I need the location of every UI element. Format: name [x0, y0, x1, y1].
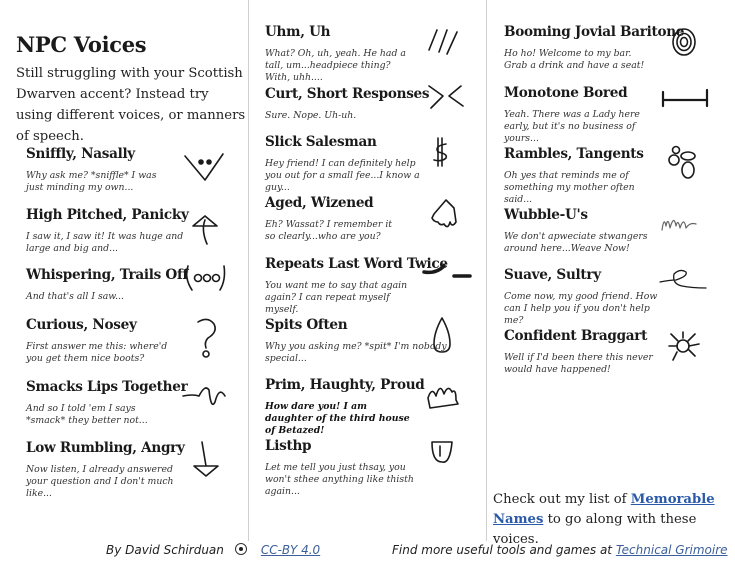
voice-entry: Low Rumbling, Angry Now listen, I alread… [26, 440, 186, 499]
voice-entry: Smacks Lips Together And so I told 'em I… [26, 379, 188, 427]
tongue-icon [430, 440, 474, 484]
creative-commons-icon [235, 543, 247, 555]
column-divider-right [486, 0, 487, 541]
loop-line-icon [659, 266, 707, 310]
license-link[interactable]: CC-BY 4.0 [261, 543, 320, 557]
footer-license: CC-BY 4.0 [235, 543, 320, 557]
voice-entry: Slick Salesman Hey friend! I can definit… [265, 134, 420, 193]
footer-author: By David Schirduan [106, 543, 224, 557]
voice-name: Repeats Last Word Twice [265, 256, 448, 272]
voice-quote: Come now, my good friend. How can I help… [504, 291, 658, 326]
voice-name: Low Rumbling, Angry [26, 440, 185, 456]
voice-entry: Aged, Wizened Eh? Wassat? I remember it … [265, 195, 405, 243]
voice-name: Smacks Lips Together [26, 379, 188, 395]
voice-name: Uhm, Uh [265, 24, 331, 40]
voice-quote: Now listen, I already answered your ques… [26, 464, 174, 499]
slashes-icon [427, 24, 471, 68]
voice-name: Spits Often [265, 317, 348, 333]
question-mark-icon [186, 316, 230, 360]
voice-quote: Hey friend! I can definitely help you ou… [265, 158, 420, 193]
up-arrow-icon [185, 206, 229, 250]
voice-entry: Uhm, Uh What? Oh, uh, yeah. He had a tal… [265, 24, 415, 83]
ellipsis-parentheses-icon [184, 260, 228, 304]
voice-quote: What? Oh, uh, yeah. He had a tall, um...… [265, 48, 406, 83]
voice-entry: Curious, Nosey First answer me this: whe… [26, 317, 176, 365]
voice-name: Wubble-U's [504, 207, 588, 223]
voice-quote: Why you asking me? *spit* I'm nobody spe… [265, 341, 447, 364]
author-credit: By David Schirduan [106, 543, 224, 557]
voice-entry: Suave, Sultry Come now, my good friend. … [504, 267, 659, 326]
page-title: NPC Voices [16, 32, 147, 57]
voice-quote: Well if I'd been there this never would … [504, 352, 653, 375]
voice-entry: Confident Braggart Well if I'd been ther… [504, 328, 654, 376]
voice-quote: Let me tell you just thsay, you won't st… [265, 462, 414, 497]
voice-entry: Booming Jovial Baritone Ho ho! Welcome t… [504, 24, 684, 72]
flat-line-icon [661, 86, 709, 130]
angle-brackets-icon [427, 80, 471, 124]
double-dash-icon [422, 258, 472, 302]
voice-entry: Rambles, Tangents Oh yes that reminds me… [504, 146, 654, 205]
intro-text: Still struggling with your Scottish Dwar… [16, 66, 246, 144]
voice-entry: Sniffly, Nasally Why ask me? *sniffle* I… [26, 146, 176, 194]
voice-name: Confident Braggart [504, 328, 648, 344]
bubbles-icon [668, 145, 712, 190]
voice-name: High Pitched, Panicky [26, 207, 189, 223]
voice-entry: Monotone Bored Yeah. There was a Lady he… [504, 85, 654, 144]
more-text: Find more useful tools and games at [392, 543, 616, 557]
voice-entry: Listhp Let me tell you just thsay, you w… [265, 438, 415, 497]
footer-more: Find more useful tools and games at Tech… [392, 543, 728, 557]
voice-name: Suave, Sultry [504, 267, 601, 283]
voice-name: Prim, Haughty, Proud [265, 377, 425, 393]
voice-name: Booming Jovial Baritone [504, 24, 685, 40]
voice-name: Sniffly, Nasally [26, 146, 135, 162]
voice-quote: Ho ho! Welcome to my bar. Grab a drink a… [504, 48, 645, 71]
cta-prefix: Check out my list of [493, 492, 631, 507]
cta-text: Check out my list of Memorable Names to … [493, 490, 723, 550]
voice-quote: And so I told 'em I says *smack* they be… [26, 403, 148, 426]
squiggle-icon [182, 376, 227, 420]
voice-entry: Spits Often Why you asking me? *spit* I'… [265, 317, 455, 365]
voice-quote: We don't apweciate stwangers around here… [504, 231, 648, 254]
concentric-circles-icon [668, 24, 712, 68]
voice-name: Listhp [265, 438, 312, 454]
sun-burst-icon [667, 330, 711, 374]
voice-name: Aged, Wizened [265, 195, 374, 211]
droplet-icon [430, 316, 474, 360]
column-divider-left [248, 0, 249, 541]
voice-entry: High Pitched, Panicky I saw it, I saw it… [26, 207, 201, 255]
voice-quote: Oh yes that reminds me of something my m… [504, 170, 635, 205]
voice-name: Rambles, Tangents [504, 146, 644, 162]
voice-name: Slick Salesman [265, 134, 377, 150]
dollar-sign-icon [430, 136, 474, 180]
down-arrow-icon [186, 438, 230, 482]
voice-entry: Wubble-U's We don't apweciate stwangers … [504, 207, 654, 255]
voice-quote: Yeah. There was a Lady here early, but i… [504, 109, 640, 144]
nose-sniffle-icon [183, 148, 227, 192]
voice-entry: Prim, Haughty, Proud How dare you! I am … [265, 377, 425, 436]
wobbly-line-icon [660, 208, 704, 252]
voice-quote: Why ask me? *sniffle* I was just minding… [26, 170, 157, 193]
technical-grimoire-link[interactable]: Technical Grimoire [616, 543, 728, 557]
voice-quote: First answer me this: where'd you get th… [26, 341, 168, 364]
voice-quote: Eh? Wassat? I remember it so clearly...w… [265, 219, 393, 242]
wrinkled-hand-icon [430, 196, 474, 240]
voice-name: Curious, Nosey [26, 317, 137, 333]
voice-quote: You want me to say that again again? I c… [265, 280, 408, 315]
crown-icon [426, 378, 470, 422]
voice-quote: I saw it, I saw it! It was huge and larg… [26, 231, 184, 254]
voice-entry: Repeats Last Word Twice You want me to s… [265, 256, 448, 315]
voice-name: Monotone Bored [504, 85, 628, 101]
voice-quote: How dare you! I am daughter of the third… [265, 401, 410, 436]
